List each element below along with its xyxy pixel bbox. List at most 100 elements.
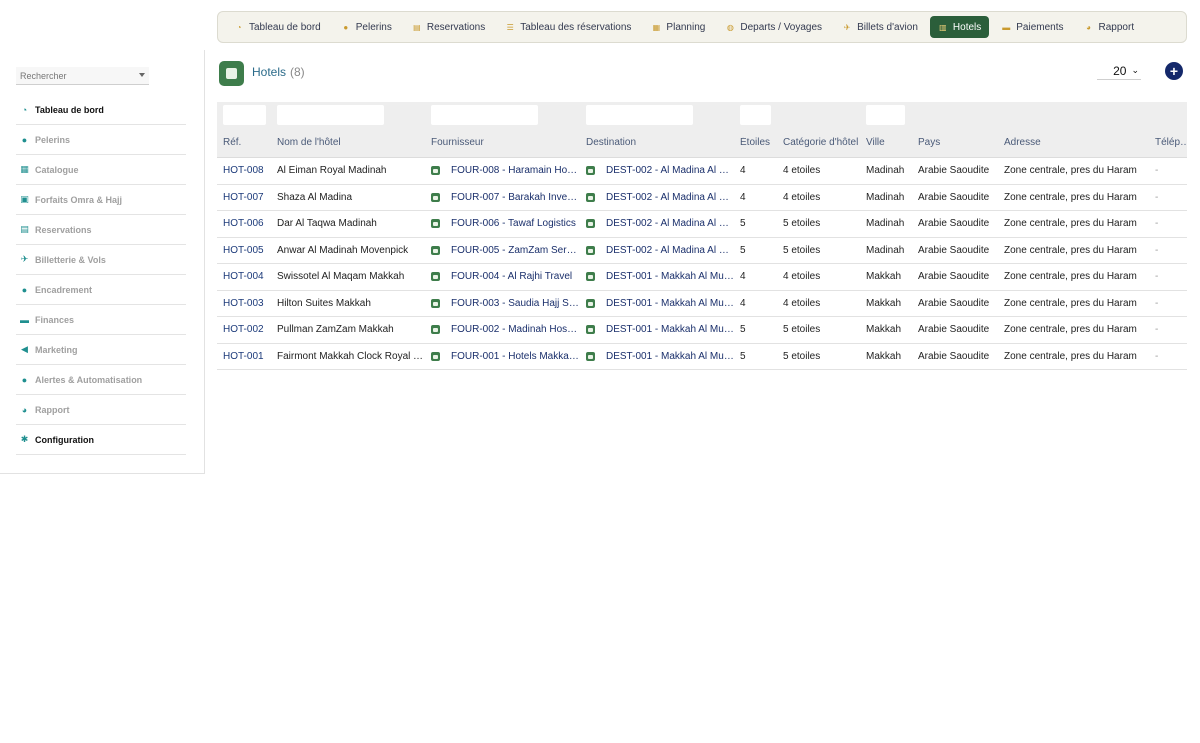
destination-icon <box>586 219 595 228</box>
sidebar-item-rapport[interactable]: ◕ Rapport <box>16 395 186 425</box>
hotel-ref-link[interactable]: HOT-002 <box>223 324 273 335</box>
sidebar-item-pelerins[interactable]: ● Pelerins <box>16 125 186 155</box>
tab-label: Departs / Voyages <box>740 21 823 33</box>
money-icon: ▬ <box>1002 22 1011 32</box>
supplier-link[interactable]: FOUR-001 - Hotels Makkah Group <box>431 351 579 362</box>
supplier-link[interactable]: FOUR-006 - Tawaf Logistics <box>431 218 579 229</box>
column-header[interactable]: Catégorie d'hôtel <box>783 137 859 148</box>
table-row[interactable]: HOT-002 Pullman ZamZam Makkah FOUR-002 - M… <box>217 317 1187 344</box>
table-row[interactable]: HOT-004 Swissotel Al Maqam Makkah FOUR-004… <box>217 264 1187 291</box>
column-header[interactable]: Pays <box>918 137 1000 148</box>
sidebar-item-finances[interactable]: ▬ Finances <box>16 305 186 335</box>
table-cell: Zone centrale, pres du Haram <box>1004 350 1137 362</box>
column-header[interactable]: Téléphone <box>1155 137 1187 148</box>
column-header[interactable]: Nom de l'hôtel <box>277 137 425 148</box>
column-filter-input[interactable] <box>277 105 384 125</box>
hotel-ref-link[interactable]: HOT-008 <box>223 165 273 176</box>
plane-icon: ✈ <box>843 22 851 32</box>
table-cell: - <box>1155 191 1159 203</box>
sidebar-item-billetterie-vols[interactable]: ✈ Billetterie & Vols <box>16 245 186 275</box>
supplier-link[interactable]: FOUR-008 - Haramain Hotels <box>431 165 579 176</box>
table-cell: Madinah <box>866 165 905 176</box>
supplier-link[interactable]: FOUR-002 - Madinah Hospitality <box>431 324 579 335</box>
hotel-ref-link[interactable]: HOT-006 <box>223 218 273 229</box>
table-row[interactable]: HOT-005 Anwar Al Madinah Movenpick FOUR-00… <box>217 238 1187 264</box>
link-text: DEST-002 - Al Madina Al Munawara <box>606 218 734 229</box>
link-text: DEST-001 - Makkah Al Mukarramah <box>606 350 734 362</box>
column-filter-input[interactable] <box>586 105 693 125</box>
destination-icon <box>586 298 595 308</box>
table-cell: Dar Al Taqwa Madinah <box>277 218 377 229</box>
sidebar-item-catalogue[interactable]: ▦ Catalogue <box>16 155 186 185</box>
sidebar-item-reservations[interactable]: ▤ Reservations <box>16 215 186 245</box>
supplier-link[interactable]: FOUR-003 - Saudia Hajj Services <box>431 298 579 309</box>
hotels-table: Réf. Nom de l'hôtel Fournisseur Destination… <box>217 102 1187 370</box>
column-header[interactable]: Adresse <box>1004 137 1152 148</box>
sidebar-item-tableau-de-bord[interactable]: ◔ Tableau de bord <box>16 95 186 125</box>
table-body: HOT-008 Al Eiman Royal Madinah FOUR-008 - … <box>217 158 1187 370</box>
tab-hotels[interactable]: ▥ Hotels <box>929 16 990 38</box>
hotel-ref-link[interactable]: HOT-001 <box>223 351 273 362</box>
sidebar-item-configuration[interactable]: ✱ Configuration <box>16 425 186 455</box>
table-row[interactable]: HOT-008 Al Eiman Royal Madinah FOUR-008 - … <box>217 158 1187 185</box>
add-hotel-button[interactable]: + <box>1165 62 1183 80</box>
tab-label: Pelerins <box>355 21 392 33</box>
table-row[interactable]: HOT-003 Hilton Suites Makkah FOUR-003 - Sa… <box>217 291 1187 317</box>
tab-departs-voyages[interactable]: ◍ Departs / Voyages <box>717 16 830 38</box>
tab-reservations[interactable]: ▤ Reservations <box>404 16 493 38</box>
tab-billets-d-avion[interactable]: ✈ Billets d'avion <box>834 16 926 38</box>
destination-link[interactable]: DEST-001 - Makkah Al Mukarramah <box>586 298 734 309</box>
destination-link[interactable]: DEST-002 - Al Madina Al Munawara <box>586 218 734 229</box>
tab-tableau-des-r-servations[interactable]: ☰ Tableau des réservations <box>497 16 639 38</box>
table-cell: 4 <box>740 165 746 176</box>
column-filter-input[interactable] <box>431 105 538 125</box>
supplier-link[interactable]: FOUR-004 - Al Rajhi Travel <box>431 271 579 282</box>
column-filter-input[interactable] <box>740 105 771 125</box>
column-header[interactable]: Fournisseur <box>431 137 579 148</box>
hotel-ref-link[interactable]: HOT-005 <box>223 245 273 256</box>
destination-link[interactable]: DEST-002 - Al Madina Al Munawara <box>586 165 734 176</box>
sidebar-item-alertes-automatisation[interactable]: ● Alertes & Automatisation <box>16 365 186 395</box>
table-cell: 4 <box>740 271 746 282</box>
hotel-ref-link[interactable]: HOT-003 <box>223 298 273 309</box>
destination-link[interactable]: DEST-001 - Makkah Al Mukarramah <box>586 271 734 282</box>
destination-link[interactable]: DEST-001 - Makkah Al Mukarramah <box>586 324 734 335</box>
destination-link[interactable]: DEST-002 - Al Madina Al Munawara <box>586 245 734 256</box>
column-header[interactable]: Réf. <box>223 137 273 148</box>
supplier-link[interactable]: FOUR-007 - Barakah Investments <box>431 192 579 203</box>
sidebar-item-label: Alertes & Automatisation <box>35 374 143 385</box>
sidebar-item-marketing[interactable]: ◀ Marketing <box>16 335 186 365</box>
list-icon: ☰ <box>506 22 514 32</box>
search-select[interactable]: Rechercher <box>16 67 149 85</box>
supplier-link[interactable]: FOUR-005 - ZamZam Services <box>431 245 579 256</box>
tab-planning[interactable]: ▦ Planning <box>643 16 713 38</box>
column-header[interactable]: Destination <box>586 137 734 148</box>
column-filter-input[interactable] <box>223 105 266 125</box>
column-filter-input[interactable] <box>866 105 905 125</box>
tab-tableau-de-bord[interactable]: ◔ Tableau de bord <box>226 16 329 38</box>
supplier-icon <box>431 272 440 281</box>
table-cell: - <box>1155 244 1159 256</box>
tab-label: Tableau des réservations <box>520 21 632 33</box>
table-row[interactable]: HOT-001 Fairmont Makkah Clock Royal Tower… <box>217 344 1187 370</box>
column-header[interactable]: Étoiles <box>740 137 778 148</box>
table-row[interactable]: HOT-007 Shaza Al Madina FOUR-007 - Barakah… <box>217 185 1187 211</box>
hotel-ref-link[interactable]: HOT-004 <box>223 271 273 282</box>
hotel-ref-link[interactable]: HOT-007 <box>223 192 273 203</box>
caret-down-icon[interactable] <box>139 73 145 77</box>
sidebar-item-forfaits-omra-hajj[interactable]: ▣ Forfaits Omra & Hajj <box>16 185 186 215</box>
destination-link[interactable]: DEST-001 - Makkah Al Mukarramah <box>586 351 734 362</box>
table-cell: Zone centrale, pres du Haram <box>1004 218 1137 229</box>
tab-rapport[interactable]: ◕ Rapport <box>1076 16 1143 38</box>
destination-link[interactable]: DEST-002 - Al Madina Al Munawara <box>586 192 734 203</box>
link-text: DEST-002 - Al Madina Al Munawara <box>606 191 734 203</box>
table-cell: 5 etoiles <box>783 350 821 362</box>
sidebar-item-encadrement[interactable]: ● Encadrement <box>16 275 186 305</box>
table-cell: Zone centrale, pres du Haram <box>1004 297 1137 309</box>
column-header[interactable]: Ville <box>866 137 914 148</box>
tab-pelerins[interactable]: ● Pelerins <box>333 16 400 38</box>
tab-paiements[interactable]: ▬ Paiements <box>993 16 1071 38</box>
page-size-select[interactable]: 20 ⌄ <box>1097 62 1141 80</box>
table-row[interactable]: HOT-006 Dar Al Taqwa Madinah FOUR-006 - Ta… <box>217 211 1187 238</box>
table-cell: 5 <box>740 324 746 335</box>
